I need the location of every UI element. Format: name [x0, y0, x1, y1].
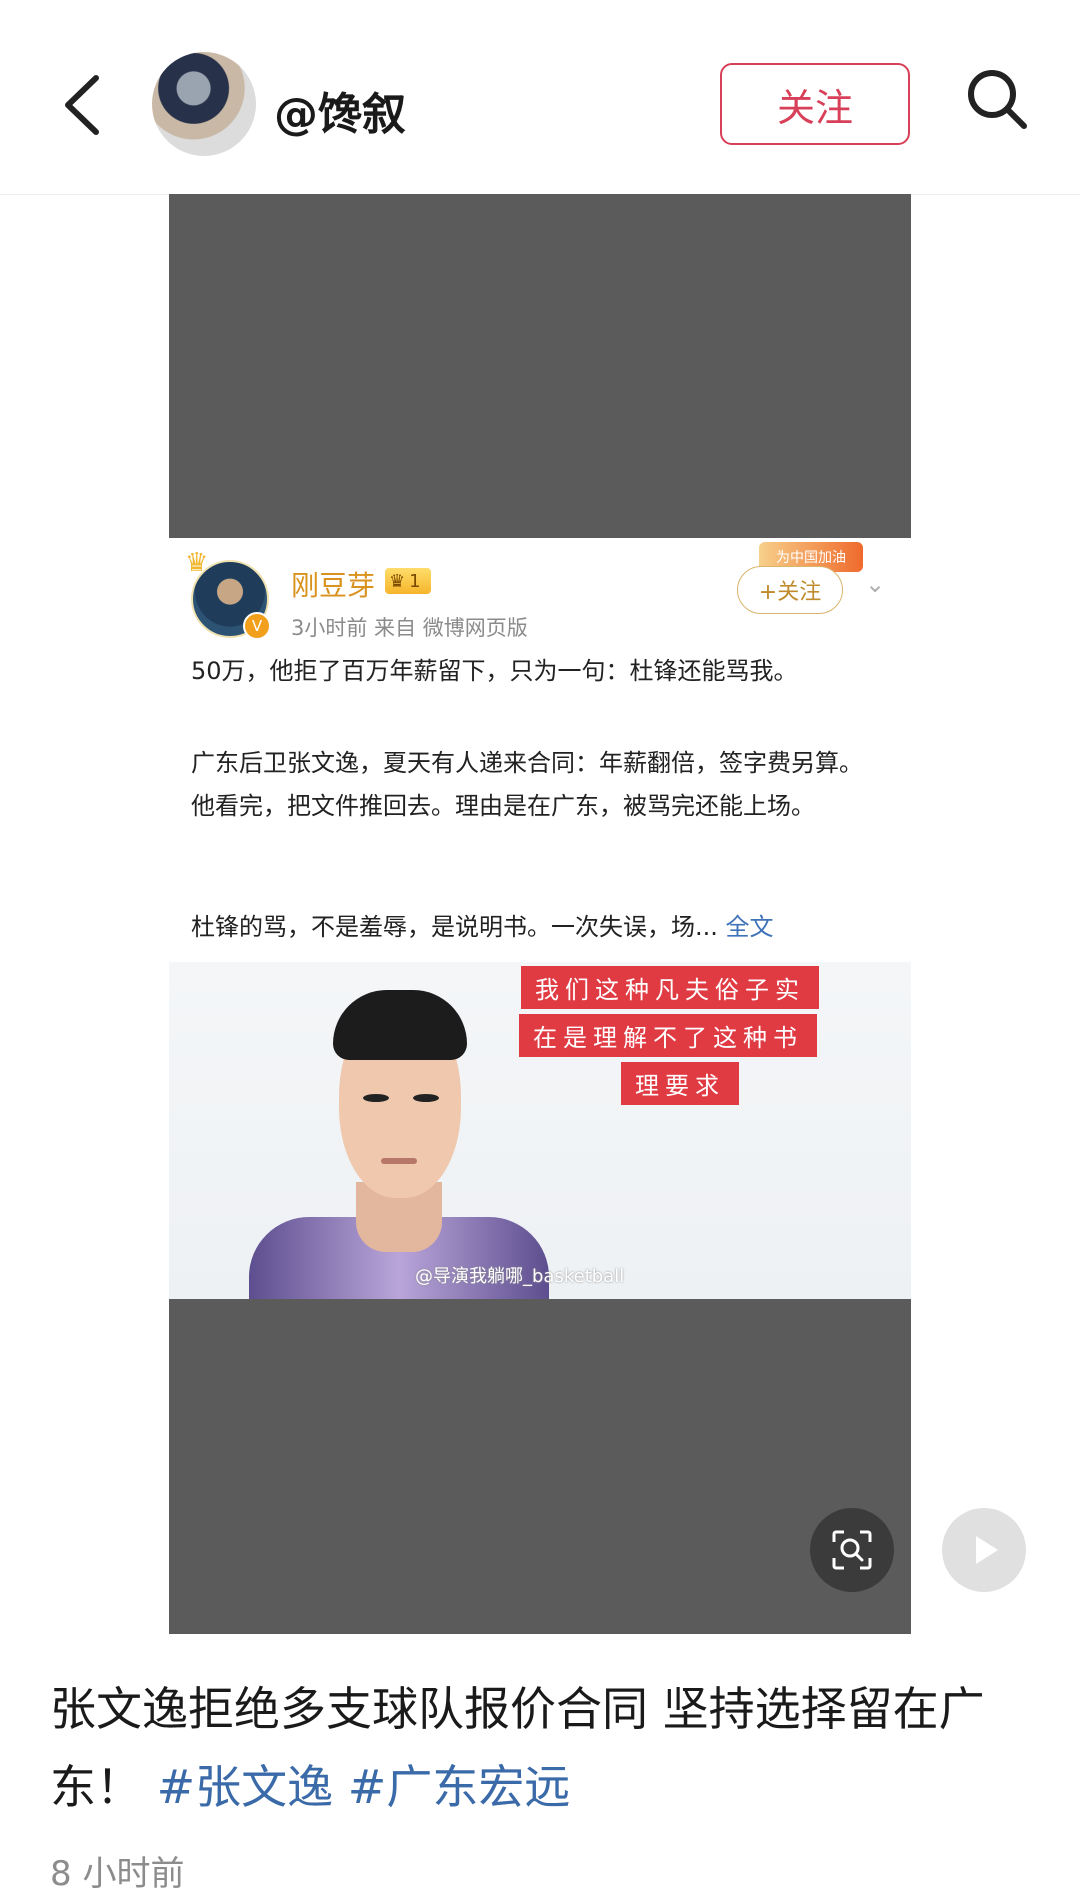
- redacted-area-top: [169, 194, 911, 538]
- crown-icon: ♛: [185, 548, 209, 578]
- mouth: [381, 1158, 417, 1164]
- level-badge: ♛ 1: [385, 568, 431, 594]
- hashtag-link[interactable]: #张文逸: [157, 1760, 334, 1814]
- hashtag-link[interactable]: #广东宏远: [348, 1760, 571, 1814]
- hair: [333, 990, 467, 1060]
- embedded-paragraph-3-text: 杜锋的骂，不是羞辱，是说明书。一次失误，场...: [191, 913, 718, 941]
- fulltext-link: 全文: [725, 913, 774, 941]
- verified-icon: V: [243, 612, 271, 640]
- crown-icon: ♛: [389, 570, 406, 592]
- eye: [413, 1094, 439, 1102]
- post-title: 张文逸拒绝多支球队报价合同 坚持选择留在广东！ #张文逸 #广东宏远: [50, 1670, 1040, 1826]
- embedded-paragraph-1: 50万，他拒了百万年薪留下，只为一句：杜锋还能骂我。: [191, 657, 798, 685]
- embedded-paragraph-3: 杜锋的骂，不是羞辱，是说明书。一次失误，场... 全文: [191, 906, 881, 949]
- username[interactable]: @馋叙: [274, 78, 406, 142]
- embedded-follow-button: +关注: [737, 566, 843, 614]
- post-time: 8 小时前: [50, 1854, 185, 1894]
- follow-button[interactable]: 关注: [720, 63, 910, 145]
- embedded-author-avatar: ♛ V: [185, 548, 271, 640]
- caption-line-2: 在是理解不了这种书: [519, 1014, 817, 1057]
- play-icon[interactable]: [942, 1508, 1026, 1592]
- embedded-post-meta: 3小时前 来自 微博网页版: [291, 616, 528, 640]
- level-number: 1: [409, 570, 421, 592]
- caption-line-1: 我们这种凡夫俗子实: [521, 966, 819, 1009]
- avatar[interactable]: [152, 52, 256, 156]
- redacted-area-bottom: [169, 1299, 911, 1634]
- scan-search-icon[interactable]: [810, 1508, 894, 1592]
- embedded-paragraph-2: 广东后卫张文逸，夏天有人递来合同：年薪翻倍，签字费另算。他看完，把文件推回去。理…: [191, 749, 863, 820]
- embedded-author-name: 刚豆芽: [291, 569, 376, 602]
- top-bar: @馋叙 关注: [0, 0, 1080, 195]
- chevron-left-icon[interactable]: [54, 70, 114, 140]
- chevron-down-icon: ⌄: [865, 570, 886, 598]
- search-icon[interactable]: [964, 66, 1030, 132]
- caption-line-3: 理要求: [621, 1062, 739, 1105]
- watermark: @导演我躺哪_basketball: [415, 1266, 625, 1287]
- eye: [363, 1094, 389, 1102]
- player-portrait: 我们这种凡夫俗子实 在是理解不了这种书 理要求 @导演我躺哪_basketbal…: [169, 962, 911, 1299]
- post-image[interactable]: ♛ V 刚豆芽 ♛ 1 3小时前 来自 微博网页版 为中国加油 +关注 ⌄ 50…: [169, 194, 911, 1634]
